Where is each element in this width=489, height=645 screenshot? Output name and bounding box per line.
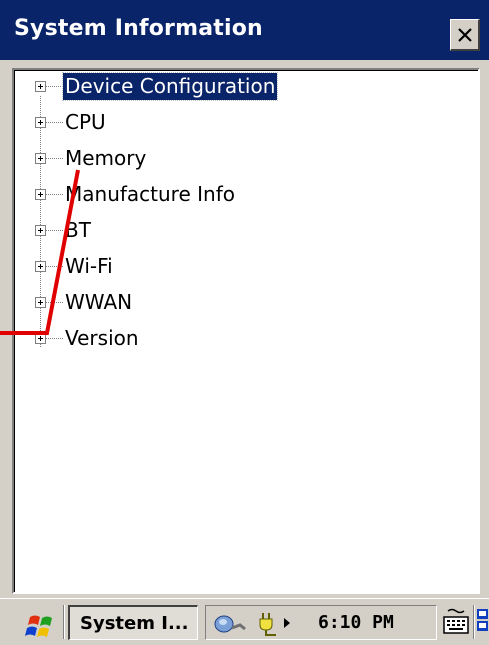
tree-item-label: Device Configuration [61,72,279,101]
window-title: System Information [14,16,263,41]
expand-plus-icon[interactable] [35,261,46,272]
tree-item-label: Wi-Fi [65,254,113,278]
taskbar-clock[interactable]: 6:10 PM [318,612,394,633]
title-bar: System Information [0,0,489,60]
expand-plus-icon[interactable] [35,189,46,200]
keyboard-icon[interactable] [442,607,470,637]
taskbar-button-label: System I... [80,613,189,634]
close-icon [458,28,472,42]
tree-item-label: Manufacture Info [65,182,235,206]
tree-item-label: Version [65,326,139,350]
windows-flag-icon [25,615,52,637]
taskbar-button-system-information[interactable]: System I... [68,605,198,640]
expand-plus-icon[interactable] [35,153,46,164]
start-button[interactable] [24,611,60,641]
tree-item-label: BT [65,218,91,242]
close-button[interactable] [450,19,480,51]
tree-item-label: WWAN [65,290,133,314]
power-plug-icon[interactable] [252,609,282,637]
window-client-area: Device Configuration CPU Memory Manufact… [0,60,489,598]
expand-plus-icon[interactable] [35,225,46,236]
tree-item-label: Memory [65,146,147,170]
expand-plus-icon[interactable] [35,117,46,128]
tray-arrow-icon[interactable] [282,617,292,629]
network-icon[interactable] [212,610,248,636]
tree-view[interactable]: Device Configuration CPU Memory Manufact… [12,68,480,594]
tree-view-inner: Device Configuration CPU Memory Manufact… [14,70,478,592]
expand-plus-icon[interactable] [35,297,46,308]
system-tray: 6:10 PM [205,605,437,640]
taskbar-separator [63,605,65,639]
expand-plus-icon[interactable] [35,333,46,344]
tree-item-label: CPU [65,110,106,134]
desktop-icon[interactable] [476,607,489,635]
expand-plus-icon[interactable] [35,81,46,92]
taskbar-separator [473,605,475,639]
taskbar: System I... 6:10 PM [0,598,489,643]
